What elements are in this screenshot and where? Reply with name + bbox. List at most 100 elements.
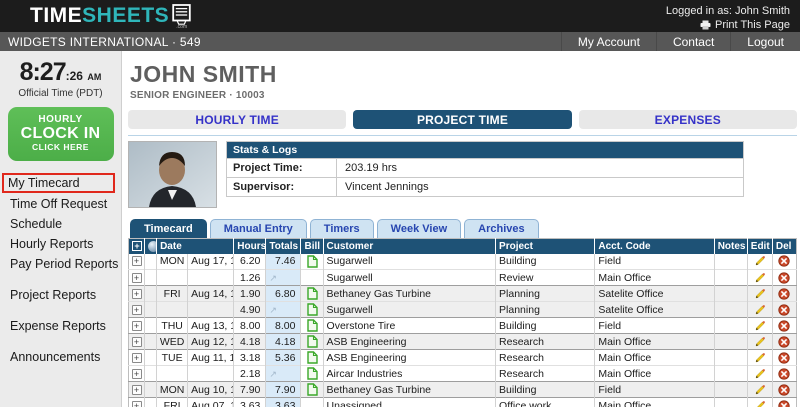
cell-del[interactable] (772, 318, 796, 334)
cell-bill[interactable] (301, 302, 323, 318)
sidebar-item-pay-period-reports[interactable]: Pay Period Reports (4, 255, 117, 273)
pencil-icon[interactable] (754, 255, 766, 267)
expand-row-plus-icon[interactable]: + (132, 337, 142, 347)
cell-del[interactable] (772, 254, 796, 270)
cell-expand[interactable]: + (129, 366, 145, 382)
hourly-clock-in-button[interactable]: HOURLY CLOCK IN CLICK HERE (8, 107, 114, 161)
tab-timers[interactable]: Timers (310, 219, 374, 238)
cell-bill[interactable] (301, 366, 323, 382)
pencil-icon[interactable] (754, 352, 766, 364)
pencil-icon[interactable] (754, 368, 766, 380)
cell-edit[interactable] (747, 382, 772, 398)
header-expand-all[interactable]: + (129, 239, 145, 254)
cell-del[interactable] (772, 382, 796, 398)
cell-edit[interactable] (747, 350, 772, 366)
cell-expand[interactable]: + (129, 318, 145, 334)
cell-bill[interactable] (301, 318, 323, 334)
expand-row-plus-icon[interactable]: + (132, 273, 142, 283)
pencil-icon[interactable] (754, 384, 766, 396)
billable-doc-icon[interactable] (307, 335, 318, 348)
sidebar-item-time-off-request[interactable]: Time Off Request (4, 195, 117, 213)
billable-doc-icon[interactable] (307, 383, 318, 396)
tab-hourly-time[interactable]: HOURLY TIME (128, 110, 346, 129)
expand-row-plus-icon[interactable]: + (132, 353, 142, 363)
expand-row-plus-icon[interactable]: + (132, 321, 142, 331)
delete-circle-icon[interactable] (778, 288, 790, 300)
cell-del[interactable] (772, 350, 796, 366)
cell-expand[interactable]: + (129, 270, 145, 286)
expand-all-plus-icon[interactable]: + (132, 241, 142, 251)
expand-row-plus-icon[interactable]: + (132, 289, 142, 299)
expand-row-plus-icon[interactable]: + (132, 401, 142, 407)
cell-expand[interactable]: + (129, 398, 145, 407)
delete-circle-icon[interactable] (778, 272, 790, 284)
tab-week-view[interactable]: Week View (377, 219, 461, 238)
cell-expand[interactable]: + (129, 334, 145, 350)
cell-bill[interactable] (301, 350, 323, 366)
tab-project-time[interactable]: PROJECT TIME (353, 110, 571, 129)
billable-doc-icon[interactable] (307, 303, 318, 316)
delete-circle-icon[interactable] (778, 336, 790, 348)
pencil-icon[interactable] (754, 336, 766, 348)
delete-circle-icon[interactable] (778, 320, 790, 332)
sidebar-item-announcements[interactable]: Announcements (4, 348, 117, 366)
cell-expand[interactable]: + (129, 382, 145, 398)
expand-row-plus-icon[interactable]: + (132, 256, 142, 266)
cell-edit[interactable] (747, 254, 772, 270)
pencil-icon[interactable] (754, 400, 766, 407)
billable-doc-icon[interactable] (307, 287, 318, 300)
cell-edit[interactable] (747, 398, 772, 407)
cell-del[interactable] (772, 302, 796, 318)
pencil-icon[interactable] (754, 288, 766, 300)
sidebar-item-expense-reports[interactable]: Expense Reports (4, 317, 117, 335)
sidebar-item-project-reports[interactable]: Project Reports (4, 286, 117, 304)
billable-doc-icon[interactable] (307, 367, 318, 380)
cell-edit[interactable] (747, 302, 772, 318)
tab-manual-entry[interactable]: Manual Entry (210, 219, 307, 238)
subnav-logout[interactable]: Logout (730, 32, 800, 51)
pencil-icon[interactable] (754, 320, 766, 332)
cell-bill[interactable] (301, 254, 323, 270)
sidebar-item-hourly-reports[interactable]: Hourly Reports (4, 235, 117, 253)
cell-edit[interactable] (747, 334, 772, 350)
sidebar-item-schedule[interactable]: Schedule (4, 215, 117, 233)
header-info[interactable] (145, 239, 157, 254)
cell-edit[interactable] (747, 366, 772, 382)
cell-del[interactable] (772, 398, 796, 407)
cell-bill[interactable] (301, 286, 323, 302)
tab-timecard[interactable]: Timecard (130, 219, 207, 238)
sidebar-item-my-timecard[interactable]: My Timecard (2, 173, 115, 193)
cell-expand[interactable]: + (129, 286, 145, 302)
cell-del[interactable] (772, 366, 796, 382)
cell-edit[interactable] (747, 286, 772, 302)
delete-circle-icon[interactable] (778, 255, 790, 267)
cell-bill[interactable] (301, 334, 323, 350)
cell-expand[interactable]: + (129, 350, 145, 366)
expand-row-plus-icon[interactable]: + (132, 369, 142, 379)
tab-expenses[interactable]: EXPENSES (579, 110, 797, 129)
cell-del[interactable] (772, 334, 796, 350)
subnav-my-account[interactable]: My Account (561, 32, 656, 51)
billable-doc-icon[interactable] (307, 351, 318, 364)
tab-archives[interactable]: Archives (464, 219, 538, 238)
cell-expand[interactable]: + (129, 302, 145, 318)
delete-circle-icon[interactable] (778, 304, 790, 316)
cell-bill[interactable] (301, 382, 323, 398)
cell-edit[interactable] (747, 318, 772, 334)
billable-doc-icon[interactable] (307, 319, 318, 332)
expand-row-plus-icon[interactable]: + (132, 385, 142, 395)
pencil-icon[interactable] (754, 304, 766, 316)
print-this-page-link[interactable]: Print This Page (700, 18, 790, 32)
pencil-icon[interactable] (754, 272, 766, 284)
cell-edit[interactable] (747, 270, 772, 286)
expand-row-plus-icon[interactable]: + (132, 305, 142, 315)
cell-del[interactable] (772, 286, 796, 302)
timesheets-logo[interactable]: TIMESHEETS .com (0, 0, 191, 32)
billable-doc-icon[interactable] (307, 255, 318, 268)
delete-circle-icon[interactable] (778, 400, 790, 407)
cell-del[interactable] (772, 270, 796, 286)
delete-circle-icon[interactable] (778, 368, 790, 380)
info-sphere-icon[interactable] (148, 241, 157, 252)
subnav-contact[interactable]: Contact (656, 32, 730, 51)
cell-expand[interactable]: + (129, 254, 145, 270)
